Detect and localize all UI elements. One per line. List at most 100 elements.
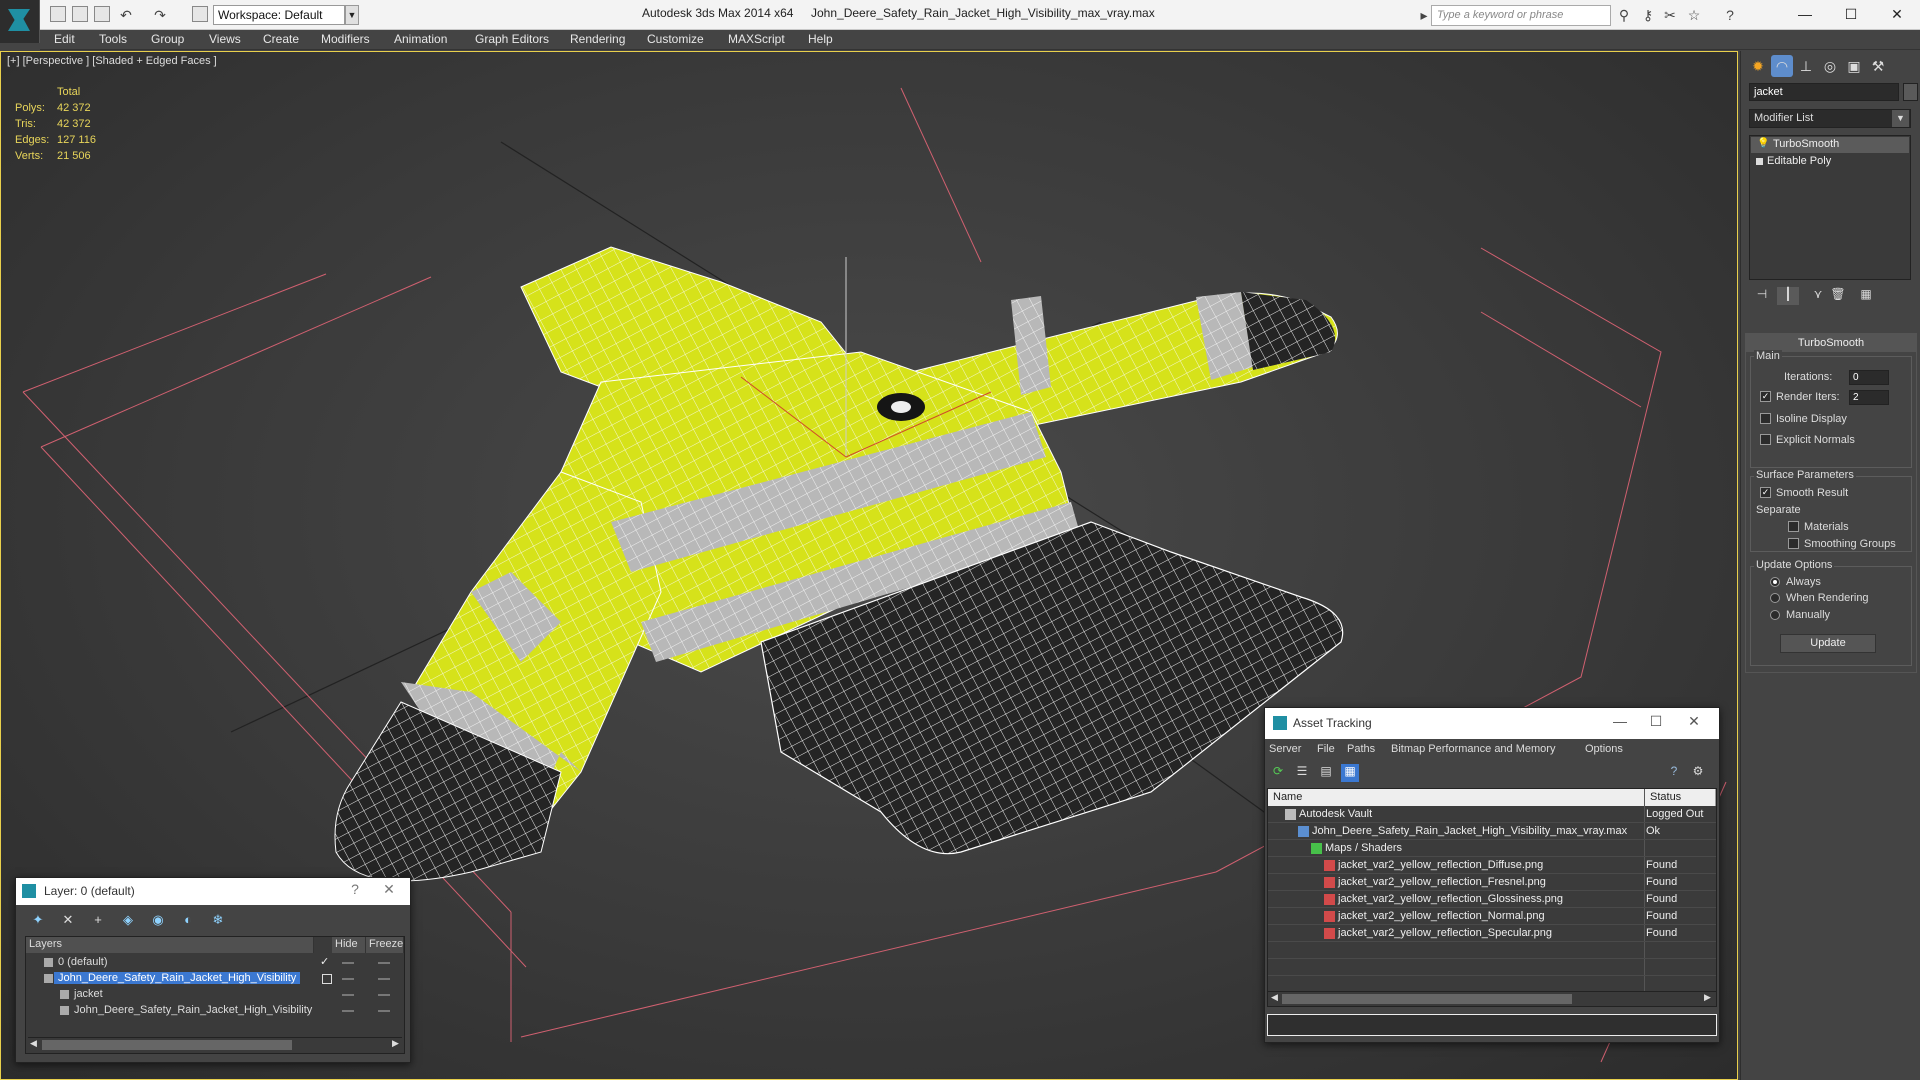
smooth-result-checkbox[interactable]: ✓ (1760, 487, 1771, 498)
tree-view-icon[interactable]: ▤ (1317, 764, 1335, 782)
scroll-right-icon[interactable]: ▶ (1704, 992, 1711, 1003)
key-icon[interactable]: ⚷ (1640, 7, 1656, 23)
freeze-toggle[interactable] (378, 978, 390, 980)
menu-maxscript[interactable]: MAXScript (728, 32, 785, 46)
save-file-icon[interactable] (94, 6, 110, 22)
asset-row[interactable]: jacket_var2_yellow_reflection_Glossiness… (1268, 891, 1716, 908)
list-view-icon[interactable]: ☰ (1293, 764, 1311, 782)
search-input[interactable]: Type a keyword or phrase (1431, 5, 1611, 26)
app-logo[interactable] (0, 0, 40, 43)
menu-paths[interactable]: Paths (1347, 743, 1375, 755)
object-color-swatch[interactable] (1903, 83, 1918, 101)
current-layer-toggle[interactable] (322, 974, 332, 984)
asset-row[interactable]: jacket_var2_yellow_reflection_Specular.p… (1268, 925, 1716, 942)
menu-options[interactable]: Options (1585, 743, 1623, 755)
asset-row[interactable]: jacket_var2_yellow_reflection_Normal.png… (1268, 908, 1716, 925)
close-button[interactable]: ✕ (376, 881, 402, 898)
scroll-left-icon[interactable]: ◀ (30, 1038, 37, 1049)
smoothing-groups-checkbox[interactable] (1788, 538, 1799, 549)
always-radio[interactable] (1770, 577, 1780, 587)
freeze-all-icon[interactable]: ❄ (208, 912, 228, 930)
tools-icon[interactable]: ✂ (1662, 7, 1678, 23)
hide-all-icon[interactable]: ◐ (178, 912, 198, 930)
maximize-button[interactable]: ☐ (1639, 713, 1673, 730)
freeze-toggle[interactable] (378, 994, 390, 996)
freeze-toggle[interactable] (378, 962, 390, 964)
workspace-dropdown[interactable]: Workspace: Default (213, 5, 345, 25)
layer-window-titlebar[interactable]: Layer: 0 (default) ? ✕ (16, 878, 410, 905)
maximize-button[interactable]: ☐ (1828, 0, 1874, 30)
menu-graph-editors[interactable]: Graph Editors (475, 32, 549, 46)
isoline-checkbox[interactable] (1760, 413, 1771, 424)
modify-tab-icon[interactable]: ◠ (1771, 55, 1793, 77)
star-icon[interactable]: ☆ (1686, 7, 1702, 23)
asset-window-titlebar[interactable]: Asset Tracking — ☐ ✕ (1265, 708, 1719, 739)
remove-modifier-icon[interactable]: 🗑 (1827, 287, 1849, 305)
column-freeze[interactable]: Freeze (366, 937, 404, 953)
asset-row[interactable]: John_Deere_Safety_Rain_Jacket_High_Visib… (1268, 823, 1716, 840)
binoculars-icon[interactable]: ⚲ (1616, 7, 1632, 23)
menu-modifiers[interactable]: Modifiers (321, 32, 370, 46)
asset-row[interactable]: jacket_var2_yellow_reflection_Fresnel.pn… (1268, 874, 1716, 891)
highlight-layer-icon[interactable]: ◉ (148, 912, 168, 930)
menu-server[interactable]: Server (1269, 743, 1301, 755)
menu-group[interactable]: Group (151, 32, 184, 46)
menu-customize[interactable]: Customize (647, 32, 704, 46)
layer-row[interactable]: 0 (default) ✓ (26, 955, 404, 971)
layer-row[interactable]: John_Deere_Safety_Rain_Jacket_High_Visib… (26, 971, 404, 987)
hierarchy-tab-icon[interactable]: ⊥ (1795, 55, 1817, 77)
render-iters-checkbox[interactable]: ✓ (1760, 391, 1771, 402)
expand-icon[interactable] (1756, 158, 1763, 165)
column-name[interactable]: Name (1268, 789, 1645, 806)
table-view-icon[interactable]: ▦ (1341, 764, 1359, 782)
modifier-list-dropdown[interactable]: Modifier List (1749, 109, 1911, 128)
menu-file[interactable]: File (1317, 743, 1335, 755)
help-button[interactable]: ? (342, 881, 368, 897)
chevron-down-icon[interactable]: ▼ (1892, 110, 1909, 127)
new-file-icon[interactable] (50, 6, 66, 22)
menu-bitmap-performance[interactable]: Bitmap Performance and Memory (1391, 743, 1555, 755)
help-icon[interactable]: ? (1665, 764, 1683, 782)
menu-edit[interactable]: Edit (54, 32, 75, 46)
search-arrow-icon[interactable]: ▸ (1416, 7, 1432, 23)
freeze-toggle[interactable] (378, 1010, 390, 1012)
minimize-button[interactable]: — (1603, 713, 1637, 729)
help-icon[interactable]: ? (1722, 7, 1738, 23)
layer-row[interactable]: jacket (26, 987, 404, 1003)
hide-toggle[interactable] (342, 962, 354, 964)
iterations-spinner[interactable]: 0 (1849, 370, 1889, 385)
chevron-down-icon[interactable]: ▼ (345, 5, 359, 25)
scrollbar-thumb[interactable] (1282, 994, 1572, 1004)
settings-icon[interactable]: ⚙ (1689, 764, 1707, 782)
menu-create[interactable]: Create (263, 32, 299, 46)
menu-help[interactable]: Help (808, 32, 833, 46)
explicit-normals-checkbox[interactable] (1760, 434, 1771, 445)
asset-path-field[interactable] (1267, 1014, 1717, 1036)
render-iters-spinner[interactable]: 2 (1849, 390, 1889, 405)
open-file-icon[interactable] (72, 6, 88, 22)
stack-item-editable-poly[interactable]: Editable Poly (1751, 154, 1909, 170)
delete-layer-icon[interactable]: ✕ (58, 912, 78, 930)
materials-checkbox[interactable] (1788, 521, 1799, 532)
minimize-button[interactable]: — (1782, 0, 1828, 30)
hide-toggle[interactable] (342, 994, 354, 996)
close-button[interactable]: ✕ (1677, 713, 1711, 730)
scroll-left-icon[interactable]: ◀ (1271, 992, 1278, 1003)
menu-tools[interactable]: Tools (99, 32, 127, 46)
add-to-layer-icon[interactable]: + (88, 912, 108, 930)
scroll-right-icon[interactable]: ▶ (392, 1038, 399, 1049)
configure-sets-icon[interactable]: ▦ (1855, 287, 1877, 305)
object-name-field[interactable]: jacket (1749, 83, 1899, 101)
column-hide[interactable]: Hide (332, 937, 366, 953)
manually-radio[interactable] (1770, 610, 1780, 620)
asset-row[interactable]: Maps / Shaders (1268, 840, 1716, 857)
menu-views[interactable]: Views (209, 32, 241, 46)
lightbulb-icon[interactable]: 💡 (1757, 138, 1769, 149)
stack-item-turbosmooth[interactable]: 💡 TurboSmooth (1751, 137, 1909, 153)
when-rendering-radio[interactable] (1770, 593, 1780, 603)
make-unique-icon[interactable]: ⋎ (1807, 287, 1829, 305)
current-layer-check-icon[interactable]: ✓ (320, 955, 329, 968)
menu-animation[interactable]: Animation (394, 32, 447, 46)
create-tab-icon[interactable]: ✹ (1747, 55, 1769, 77)
project-folder-icon[interactable] (192, 6, 208, 22)
